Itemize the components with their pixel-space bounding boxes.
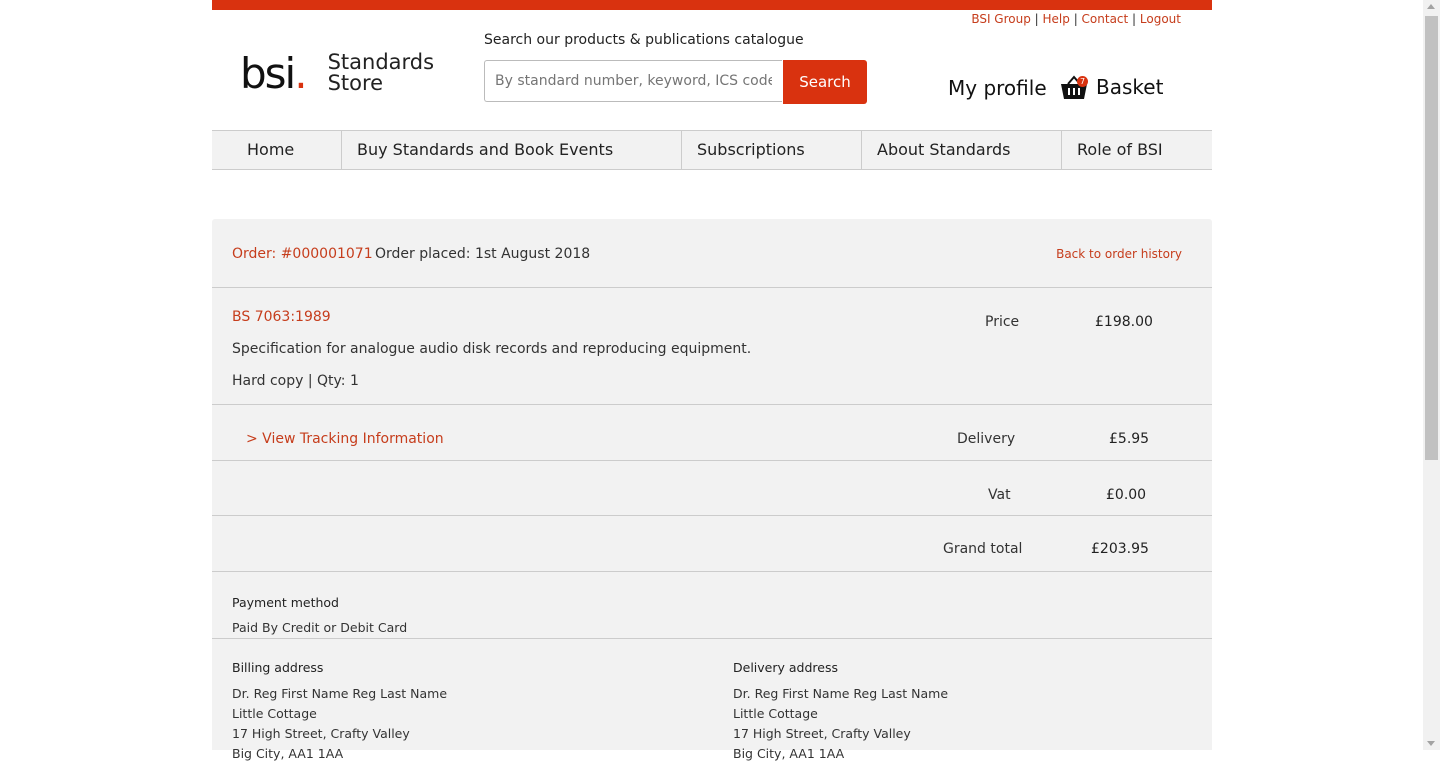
back-to-order-history-link[interactable]: Back to order history [1056,247,1182,261]
logo-wordmark: Standards Store [328,52,434,94]
vat-row: Vat £0.00 [212,461,1212,516]
scroll-down-arrow-icon[interactable] [1427,741,1435,746]
order-header: Order: #000001071 Order placed: 1st Augu… [212,219,1212,288]
scrollbar-thumb[interactable] [1425,16,1438,460]
delivery-line: Big City, AA1 1AA [733,746,845,761]
search-label: Search our products & publications catal… [484,32,804,48]
scrollbar[interactable] [1423,0,1440,750]
order-item: BS 7063:1989 Specification for analogue … [212,288,1212,405]
order-placed-date: Order placed: 1st August 2018 [375,246,591,262]
contact-link[interactable]: Contact [1082,12,1129,26]
billing-line: 17 High Street, Crafty Valley [232,726,410,741]
top-accent-bar [212,0,1212,10]
item-price: £198.00 [1095,314,1153,330]
nav-buy-standards[interactable]: Buy Standards and Book Events [342,131,682,169]
payment-method-label: Payment method [232,595,339,610]
payment-method-value: Paid By Credit or Debit Card [232,620,408,635]
billing-line: Dr. Reg First Name Reg Last Name [232,686,448,701]
search-button[interactable]: Search [783,60,867,104]
delivery-line: Dr. Reg First Name Reg Last Name [733,686,949,701]
bsi-logo-mark: bsi. [240,49,308,98]
search-input[interactable] [484,60,782,102]
delivery-cost: £5.95 [1109,431,1150,447]
delivery-line: Little Cottage [733,706,818,721]
nav-role-of-bsi[interactable]: Role of BSI [1062,131,1212,169]
billing-line: Little Cottage [232,706,317,721]
vat-amount: £0.00 [1106,487,1147,503]
scroll-up-arrow-icon[interactable] [1427,4,1435,9]
delivery-line: 17 High Street, Crafty Valley [733,726,911,741]
billing-line: Big City, AA1 1AA [232,746,344,761]
grand-total-row: Grand total £203.95 [212,516,1212,572]
vat-label: Vat [988,487,1011,503]
bsi-group-link[interactable]: BSI Group [971,12,1031,26]
payment-method-section: Payment method Paid By Credit or Debit C… [212,572,1212,639]
main-nav: Home Buy Standards and Book Events Subsc… [212,130,1212,170]
logo-line-2: Store [327,71,384,95]
billing-address-label: Billing address [232,660,324,675]
help-link[interactable]: Help [1043,12,1070,26]
view-tracking-link[interactable]: > View Tracking Information [246,431,444,447]
order-details-panel: Order: #000001071 Order placed: 1st Augu… [212,219,1212,761]
nav-about-standards[interactable]: About Standards [862,131,1062,169]
logout-link[interactable]: Logout [1140,12,1181,26]
delivery-label: Delivery [957,431,1016,447]
page: BSI Group | Help | Contact | Logout bsi.… [212,0,1212,761]
logo-line-1: Standards [327,50,435,74]
delivery-address: Delivery address Dr. Reg First Name Reg … [733,660,948,764]
utility-links: BSI Group | Help | Contact | Logout [971,12,1181,26]
my-profile-link[interactable]: My profile [948,76,1047,100]
nav-home[interactable]: Home [212,131,342,169]
grand-total-label: Grand total [943,541,1023,557]
basket-link[interactable]: 7 Basket [1060,74,1163,100]
site-logo[interactable]: bsi. Standards Store [240,52,434,96]
delivery-row: > View Tracking Information Delivery £5.… [212,405,1212,461]
basket-icon: 7 [1060,74,1088,100]
billing-address: Billing address Dr. Reg First Name Reg L… [232,660,447,764]
item-title: Specification for analogue audio disk re… [232,341,752,357]
basket-count-badge: 7 [1077,76,1088,87]
grand-total-amount: £203.95 [1091,541,1149,557]
price-label: Price [985,314,1020,330]
nav-subscriptions[interactable]: Subscriptions [682,131,862,169]
item-code-link[interactable]: BS 7063:1989 [232,309,331,325]
basket-label: Basket [1096,75,1164,99]
order-number: Order: #000001071 [232,246,373,262]
delivery-address-label: Delivery address [733,660,838,675]
item-format-qty: Hard copy | Qty: 1 [232,373,359,389]
